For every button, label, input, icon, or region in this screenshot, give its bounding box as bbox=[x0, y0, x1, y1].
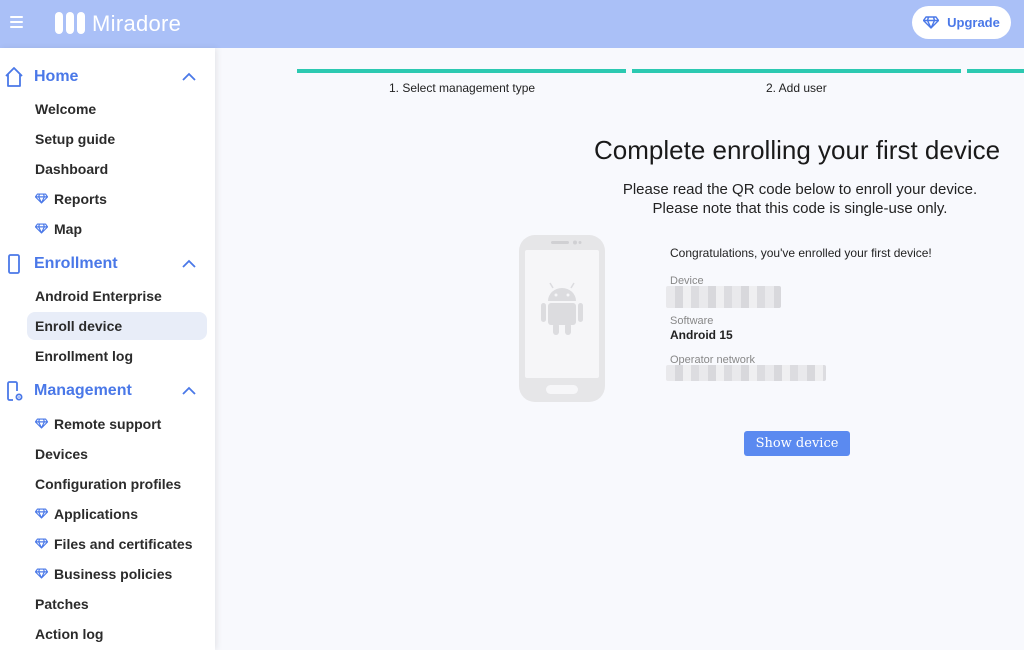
sidebar-item-dashboard[interactable]: Dashboard bbox=[27, 155, 207, 183]
menu-icon[interactable] bbox=[8, 13, 26, 29]
sidebar-item-android-enterprise[interactable]: Android Enterprise bbox=[27, 282, 207, 310]
sidebar-section-management[interactable]: Management bbox=[0, 376, 215, 406]
diamond-icon bbox=[35, 568, 48, 579]
sidebar: Home Welcome Setup guide Dashboard Repor… bbox=[0, 48, 215, 650]
sidebar-item-applications[interactable]: Applications bbox=[27, 500, 207, 528]
operator-network-value-redacted bbox=[666, 365, 826, 381]
diamond-icon bbox=[35, 538, 48, 549]
sidebar-item-patches[interactable]: Patches bbox=[27, 590, 207, 618]
show-device-button[interactable]: Show device bbox=[744, 431, 850, 456]
diamond-icon bbox=[35, 418, 48, 429]
sidebar-section-title: Home bbox=[34, 68, 79, 85]
logo-icon bbox=[55, 12, 85, 34]
sidebar-item-map[interactable]: Map bbox=[27, 215, 207, 243]
sidebar-item-label: Enroll device bbox=[35, 318, 123, 334]
page-title: Complete enrolling your first device bbox=[594, 135, 1001, 165]
sidebar-item-label: Applications bbox=[54, 506, 139, 522]
software-field-label: Software bbox=[670, 315, 714, 327]
chevron-up-icon[interactable] bbox=[182, 259, 196, 269]
sidebar-item-label: Action log bbox=[35, 626, 104, 642]
smartphone-icon bbox=[8, 254, 20, 274]
upgrade-button[interactable]: Upgrade bbox=[912, 6, 1011, 39]
step-2-label: 2. Add user bbox=[766, 81, 827, 95]
sidebar-item-action-log[interactable]: Action log bbox=[27, 620, 207, 648]
sidebar-section-title: Management bbox=[34, 382, 132, 399]
page-instructions: Please read the QR code below to enroll … bbox=[595, 180, 1005, 218]
sidebar-item-welcome[interactable]: Welcome bbox=[27, 95, 207, 123]
instruction-line-1: Please read the QR code below to enroll … bbox=[622, 181, 978, 198]
sidebar-section-home[interactable]: Home bbox=[0, 62, 215, 92]
success-message: Congratulations, you've enrolled your fi… bbox=[670, 246, 932, 260]
sidebar-item-label: Files and certificates bbox=[54, 536, 193, 552]
sidebar-item-label: Setup guide bbox=[35, 131, 116, 147]
step-2-progress-bar bbox=[632, 69, 961, 73]
home-icon bbox=[5, 67, 23, 87]
brand-name: Miradore bbox=[92, 11, 182, 36]
top-bar: Miradore Upgrade bbox=[0, 0, 1024, 48]
sidebar-item-label: Android Enterprise bbox=[35, 288, 162, 304]
diamond-icon bbox=[35, 223, 48, 234]
chevron-up-icon[interactable] bbox=[182, 72, 196, 82]
sidebar-item-reports[interactable]: Reports bbox=[27, 185, 207, 213]
sidebar-item-setup-guide[interactable]: Setup guide bbox=[27, 125, 207, 153]
sidebar-item-files-and-certificates[interactable]: Files and certificates bbox=[27, 530, 207, 558]
sidebar-item-enroll-device[interactable]: Enroll device bbox=[27, 312, 207, 340]
diamond-icon bbox=[35, 508, 48, 519]
sidebar-item-remote-support[interactable]: Remote support bbox=[27, 410, 207, 438]
sidebar-item-label: Enrollment log bbox=[35, 348, 133, 364]
diamond-icon bbox=[923, 16, 940, 29]
sidebar-item-label: Patches bbox=[35, 596, 89, 612]
software-value: Android 15 bbox=[670, 328, 733, 342]
sidebar-item-label: Remote support bbox=[54, 416, 162, 432]
sidebar-item-label: Configuration profiles bbox=[35, 476, 182, 492]
step-1-progress-bar bbox=[297, 69, 626, 73]
instruction-line-2: Please note that this code is single-use… bbox=[652, 200, 948, 217]
sidebar-item-label: Welcome bbox=[35, 101, 97, 117]
sidebar-item-devices[interactable]: Devices bbox=[27, 440, 207, 468]
device-settings-icon bbox=[7, 381, 23, 401]
device-value-redacted bbox=[666, 286, 781, 308]
android-phone-illustration bbox=[519, 235, 605, 402]
sidebar-section-title: Enrollment bbox=[34, 255, 118, 272]
sidebar-item-configuration-profiles[interactable]: Configuration profiles bbox=[27, 470, 207, 498]
sidebar-item-label: Reports bbox=[54, 191, 107, 207]
sidebar-item-label: Business policies bbox=[54, 566, 173, 582]
diamond-icon bbox=[35, 193, 48, 204]
sidebar-item-business-policies[interactable]: Business policies bbox=[27, 560, 207, 588]
step-3-progress-bar bbox=[967, 69, 1024, 73]
sidebar-section-enrollment[interactable]: Enrollment bbox=[0, 249, 215, 279]
chevron-up-icon[interactable] bbox=[182, 386, 196, 396]
step-1-label: 1. Select management type bbox=[389, 81, 536, 95]
sidebar-item-label: Dashboard bbox=[35, 161, 109, 177]
sidebar-item-enrollment-log[interactable]: Enrollment log bbox=[27, 342, 207, 370]
sidebar-item-label: Map bbox=[54, 221, 82, 237]
upgrade-label: Upgrade bbox=[947, 15, 1000, 30]
sidebar-item-label: Devices bbox=[35, 446, 88, 462]
